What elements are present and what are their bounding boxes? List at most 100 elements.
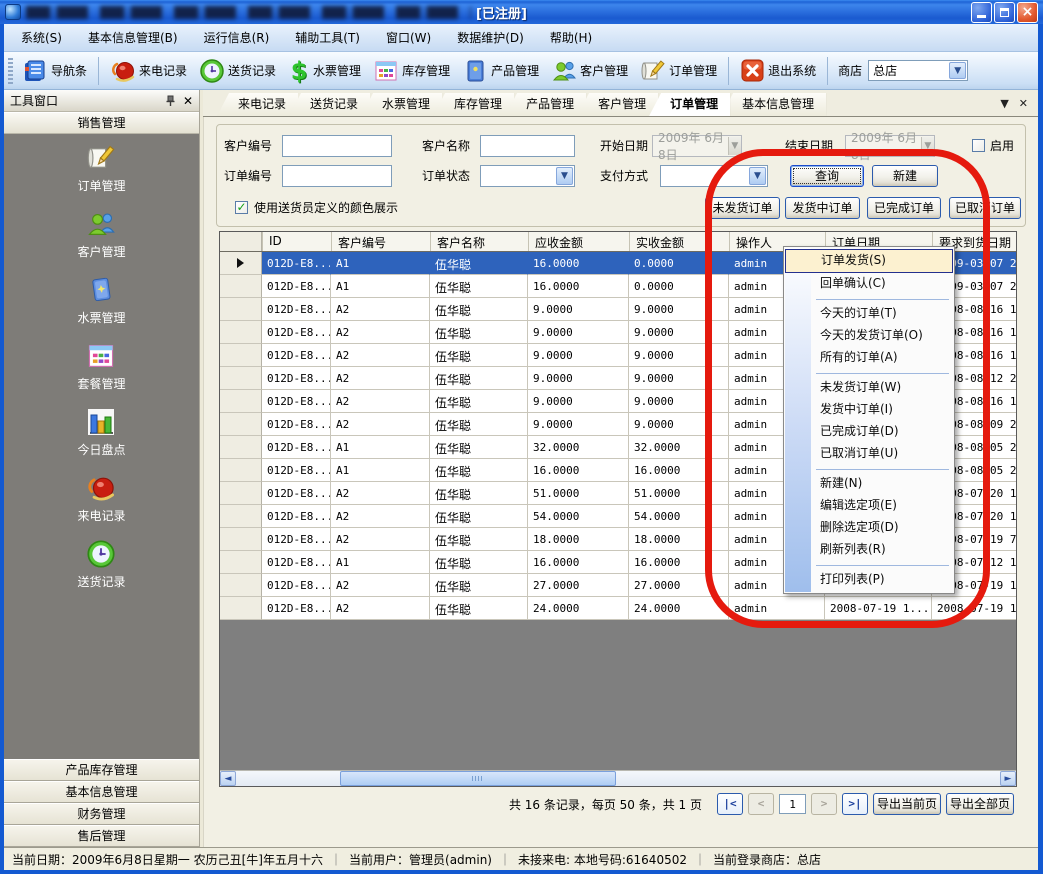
row-selector-cell[interactable] [220, 436, 262, 459]
row-selector-cell[interactable] [220, 459, 262, 482]
context-menu-item[interactable]: 打印列表(P) [784, 569, 954, 591]
sidebar-item-water-ticket[interactable]: 水票管理 [77, 275, 125, 326]
export-current-page-button[interactable]: 导出当前页 [873, 793, 941, 815]
toolbar-button-call-log[interactable]: 来电记录 [105, 56, 192, 86]
menubar-item[interactable]: 运行信息(R) [191, 25, 283, 51]
context-menu-item[interactable]: 删除选定项(D) [784, 517, 954, 539]
toolbar-button-delivery-log[interactable]: 送货记录 [194, 56, 281, 86]
color-display-checkbox[interactable] [235, 201, 248, 214]
restore-button[interactable] [994, 2, 1015, 23]
toolbar-button-navigator[interactable]: 导航条 [17, 56, 92, 86]
row-selector-cell[interactable] [220, 505, 262, 528]
last-page-button[interactable]: >| [842, 793, 868, 815]
sidebar-item-daily-inventory[interactable]: 今日盘点 [77, 407, 125, 458]
menubar-item[interactable]: 帮助(H) [537, 25, 605, 51]
row-selector-cell[interactable] [220, 574, 262, 597]
query-button[interactable]: 查询 [790, 165, 864, 187]
context-menu-item[interactable]: 已取消订单(U) [784, 443, 954, 465]
scrollbar-track[interactable] [236, 771, 1000, 786]
order-no-input[interactable] [282, 165, 392, 187]
tab-5[interactable]: 产品管理 [505, 93, 586, 116]
tab-close-icon[interactable]: ✕ [1019, 97, 1028, 110]
context-menu-item[interactable]: 编辑选定项(E) [784, 495, 954, 517]
filter-cancelled-button[interactable]: 已取消订单 [949, 197, 1021, 219]
minimize-button[interactable] [971, 2, 992, 23]
context-menu-item[interactable]: 未发货订单(W) [784, 377, 954, 399]
row-selector-cell[interactable] [220, 390, 262, 413]
scroll-left-icon[interactable]: ◄ [220, 771, 236, 786]
tab-8[interactable]: 基本信息管理 [721, 93, 826, 116]
tab-7[interactable]: 订单管理 [649, 93, 730, 116]
tab-3[interactable]: 水票管理 [361, 93, 442, 116]
menubar-item[interactable]: 基本信息管理(B) [75, 25, 191, 51]
context-menu-item[interactable]: 订单发货(S) [785, 249, 953, 273]
menubar-item[interactable]: 数据维护(D) [444, 25, 537, 51]
new-button[interactable]: 新建 [872, 165, 938, 187]
first-page-button[interactable]: |< [717, 793, 743, 815]
sidebar-section[interactable]: 基本信息管理 [4, 781, 199, 803]
tab-2[interactable]: 送货记录 [289, 93, 370, 116]
filter-unshipped-button[interactable]: 未发货订单 [705, 197, 780, 219]
filter-completed-button[interactable]: 已完成订单 [867, 197, 941, 219]
toolbar-button-orders[interactable]: 订单管理 [635, 56, 722, 86]
context-menu-item[interactable]: 发货中订单(I) [784, 399, 954, 421]
pin-icon[interactable] [165, 95, 176, 107]
table-column-header[interactable]: 客户名称 [430, 232, 528, 251]
end-date-picker[interactable]: 2009年 6月 8日 ▼ [845, 135, 935, 157]
sidebar-item-delivery-log[interactable]: 送货记录 [77, 539, 125, 590]
sidebar-section[interactable]: 产品库存管理 [4, 759, 199, 781]
context-menu-item[interactable]: 已完成订单(D) [784, 421, 954, 443]
context-menu-item[interactable]: 回单确认(C) [784, 273, 954, 295]
horizontal-scrollbar[interactable]: ◄ ► [220, 770, 1016, 786]
sidebar-item-call-log[interactable]: 来电记录 [77, 473, 125, 524]
filter-shipping-button[interactable]: 发货中订单 [785, 197, 860, 219]
toolbar-grip[interactable] [8, 58, 13, 84]
row-selector-cell[interactable] [220, 482, 262, 505]
row-selector-cell[interactable] [220, 597, 262, 620]
row-selector-cell[interactable] [220, 321, 262, 344]
table-column-header[interactable]: ID [262, 232, 331, 251]
scroll-right-icon[interactable]: ► [1000, 771, 1016, 786]
row-selector-cell[interactable] [220, 298, 262, 321]
payment-select[interactable]: ▼ [660, 165, 768, 187]
customer-no-input[interactable] [282, 135, 392, 157]
menubar-item[interactable]: 系统(S) [8, 25, 75, 51]
row-selector-cell[interactable] [220, 367, 262, 390]
row-selector-cell[interactable] [220, 413, 262, 436]
next-page-button[interactable]: > [811, 793, 837, 815]
tab-list-dropdown-icon[interactable]: ▼ [1000, 97, 1008, 110]
scrollbar-thumb[interactable] [340, 771, 616, 786]
menubar-item[interactable]: 窗口(W) [373, 25, 444, 51]
context-menu-item[interactable]: 刷新列表(R) [784, 539, 954, 561]
context-menu-item[interactable]: 今天的订单(T) [784, 303, 954, 325]
toolbar-button-water-ticket[interactable]: 水票管理 [283, 57, 366, 85]
close-panel-icon[interactable]: ✕ [183, 95, 193, 107]
chevron-down-icon[interactable]: ▼ [949, 62, 966, 79]
tab-1[interactable]: 来电记录 [217, 93, 298, 116]
page-number-input[interactable] [779, 794, 806, 814]
row-selector-cell[interactable] [220, 551, 262, 574]
tab-4[interactable]: 库存管理 [433, 93, 514, 116]
export-all-pages-button[interactable]: 导出全部页 [946, 793, 1014, 815]
sidebar-section[interactable]: 财务管理 [4, 803, 199, 825]
sidebar-item-packages[interactable]: 套餐管理 [77, 341, 125, 392]
context-menu-item[interactable]: 所有的订单(A) [784, 347, 954, 369]
context-menu-item[interactable]: 新建(N) [784, 473, 954, 495]
table-row[interactable]: 012D-E8...A2伍华聪24.000024.0000admin2008-0… [220, 597, 1016, 620]
store-select[interactable]: 总店 ▼ [868, 60, 968, 81]
menubar-item[interactable]: 辅助工具(T) [282, 25, 373, 51]
start-date-picker[interactable]: 2009年 6月 8日 ▼ [652, 135, 742, 157]
table-column-header[interactable]: 应收金额 [528, 232, 629, 251]
row-selector-cell[interactable] [220, 344, 262, 367]
prev-page-button[interactable]: < [748, 793, 774, 815]
tab-6[interactable]: 客户管理 [577, 93, 658, 116]
close-button[interactable]: × [1017, 2, 1038, 23]
context-menu-item[interactable]: 今天的发货订单(O) [784, 325, 954, 347]
row-selector-cell[interactable] [220, 275, 262, 298]
row-selector-cell[interactable] [220, 252, 262, 275]
toolbar-button-inventory[interactable]: 库存管理 [368, 56, 455, 86]
sidebar-item-customers[interactable]: 客户管理 [77, 209, 125, 260]
row-selector-cell[interactable] [220, 528, 262, 551]
table-column-header[interactable]: 实收金额 [629, 232, 729, 251]
sidebar-item-orders[interactable]: 订单管理 [77, 143, 125, 194]
